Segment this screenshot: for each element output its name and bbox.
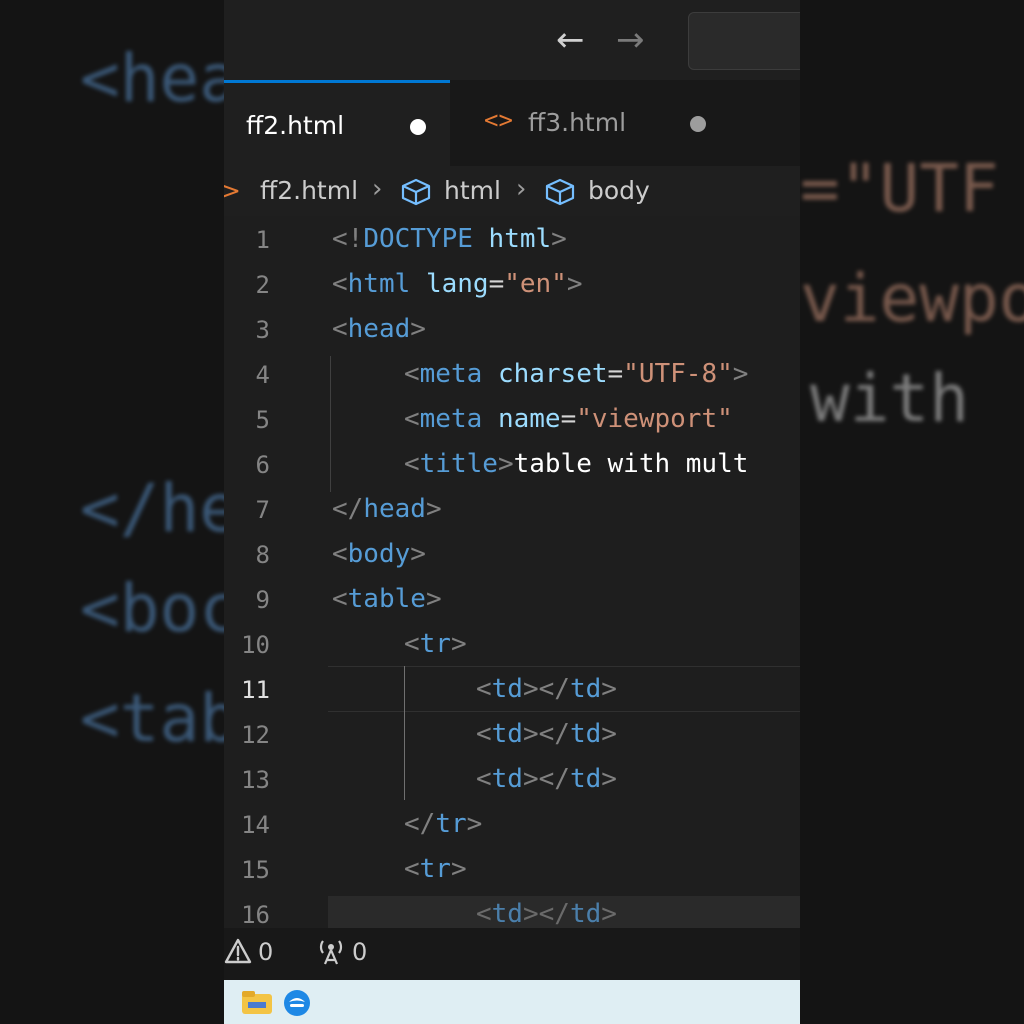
chevron-right-icon: › [372,174,383,204]
breadcrumb-html[interactable]: html [444,176,501,205]
bg-fragment-head: <hea [80,40,224,117]
unsaved-dot-icon[interactable] [690,116,706,132]
code-line-12: <td></td> [476,719,617,749]
line-number: 16 [241,901,270,928]
tab-label: ff3.html [528,108,627,137]
line-number: 12 [241,721,270,749]
tab-bar: ff2.html <> ff3.html [224,80,800,166]
line-number: 5 [255,406,270,434]
code-line-11: <td></td> [476,674,617,704]
command-center[interactable] [688,12,800,70]
bg-fragment-body: <boc [80,570,224,647]
line-number: 3 [255,316,270,344]
line-number: 2 [255,271,270,299]
indent-guide [330,356,331,492]
breadcrumb-body[interactable]: body [588,176,650,205]
code-line-9: <table> [332,584,442,614]
warning-icon[interactable] [224,938,252,964]
code-line-16: <td></td> [476,899,617,928]
title-bar: ← → [224,0,800,80]
tab-label: ff2.html [246,111,345,140]
code-editor[interactable]: 1 2 3 4 5 6 7 8 9 10 11 12 13 14 15 16 <… [224,216,800,928]
background-right: ="UTF viewpo with [800,0,1024,1024]
arrow-right-icon[interactable]: → [616,20,645,60]
arrow-left-icon[interactable]: ← [556,20,585,60]
bg-fragment-close-head: </he [80,470,224,547]
line-number: 4 [255,361,270,389]
edge-browser-icon[interactable] [282,988,312,1018]
code-line-1: <!DOCTYPE html> [332,224,567,254]
code-line-15: <tr> [404,854,467,884]
line-number: 6 [255,451,270,479]
line-number: 15 [241,856,270,884]
code-line-10: <tr> [404,629,467,659]
bg-fragment-viewport: viewpo [800,260,1024,337]
line-number: 7 [255,496,270,524]
breadcrumb: > ff2.html › html › body [224,166,800,216]
editor-window: ← → ff2.html <> ff3.html > ff2.html › ht… [224,0,800,1024]
line-number: 14 [241,811,270,839]
code-line-4: <meta charset="UTF-8"> [404,359,749,389]
bg-fragment-utf: ="UTF [800,150,999,227]
tab-ff3-html[interactable]: <> ff3.html [450,80,734,166]
background-left: <hea </he <boc <tab [0,0,224,1024]
code-line-7: </head> [332,494,442,524]
code-line-3: <head> [332,314,426,344]
code-line-5: <meta name="viewport" [404,404,733,434]
warnings-count[interactable]: 0 [258,938,273,966]
unsaved-dot-icon[interactable] [410,119,426,135]
bg-fragment-table: <tab [80,680,224,757]
symbol-cube-icon [545,178,575,206]
code-line-2: <html lang="en"> [332,269,583,299]
file-explorer-icon[interactable] [240,988,274,1018]
html-brackets-icon: > [224,176,241,205]
line-number: 9 [255,586,270,614]
breadcrumb-file[interactable]: ff2.html [260,176,358,205]
ports-count[interactable]: 0 [352,938,367,966]
status-bar: 0 0 [224,928,800,980]
line-number: 8 [255,541,270,569]
line-number: 13 [241,766,270,794]
indent-guide-active [404,666,405,800]
line-number: 1 [255,226,270,254]
code-line-14: </tr> [404,809,483,839]
line-number: 10 [241,631,270,659]
tab-ff2-html[interactable]: ff2.html [224,80,450,166]
chevron-right-icon: › [516,174,527,204]
code-line-6: <title>table with mult [404,449,749,479]
symbol-cube-icon [401,178,431,206]
html-brackets-icon: <> [484,106,513,134]
code-line-13: <td></td> [476,764,617,794]
code-line-8: <body> [332,539,426,569]
line-number-active: 11 [241,676,270,704]
bg-fragment-with: with [810,360,1009,437]
broadcast-icon[interactable] [314,936,348,966]
taskbar [224,980,800,1024]
